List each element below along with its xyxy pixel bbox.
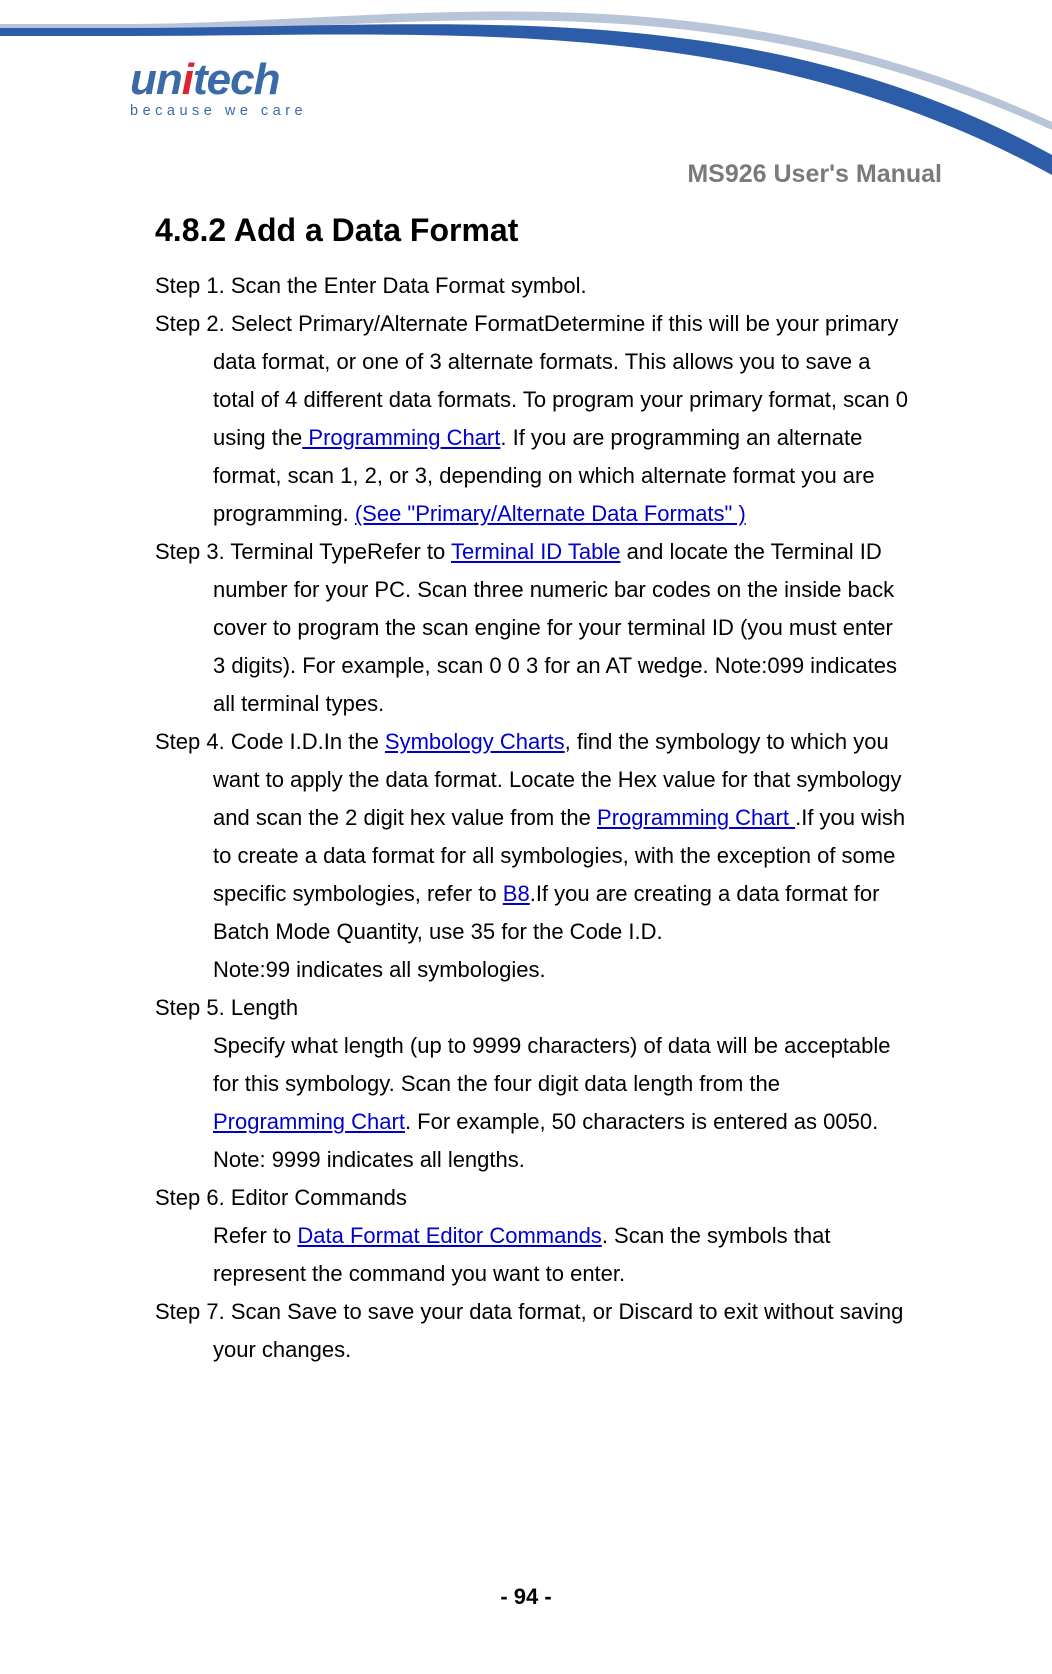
text: Step 3. Terminal TypeRefer to	[155, 539, 451, 564]
step-3-line: 3 digits). For example, scan 0 0 3 for a…	[155, 647, 945, 685]
primary-alternate-link[interactable]: (See "Primary/Alternate Data Formats" )	[355, 501, 746, 526]
programming-chart-link[interactable]: Programming Chart	[213, 1109, 405, 1134]
step-2-line: data format, or one of 3 alternate forma…	[155, 343, 945, 381]
step-3-lead: Step 3. Terminal TypeRefer to Terminal I…	[155, 533, 945, 571]
step-3-line: number for your PC. Scan three numeric b…	[155, 571, 945, 609]
step-5-line: for this symbology. Scan the four digit …	[155, 1065, 945, 1103]
manual-title: MS926 User's Manual	[687, 160, 942, 189]
page-content: 4.8.2 Add a Data Format Step 1. Scan the…	[155, 212, 945, 1369]
step-2-line: using the Programming Chart. If you are …	[155, 419, 945, 457]
step-4-line: Batch Mode Quantity, use 35 for the Code…	[155, 913, 945, 951]
page-number: - 94 -	[0, 1584, 1052, 1610]
step-2-line: total of 4 different data formats. To pr…	[155, 381, 945, 419]
logo-text: unitech	[130, 55, 307, 105]
step-3-line: cover to program the scan engine for you…	[155, 609, 945, 647]
step-7-line: your changes.	[155, 1331, 945, 1369]
step-4-line: and scan the 2 digit hex value from the …	[155, 799, 945, 837]
body-text: Step 1. Scan the Enter Data Format symbo…	[155, 267, 945, 1369]
text: .If you are creating a data format for	[530, 881, 880, 906]
text: Step 4. Code I.D.In the	[155, 729, 385, 754]
step-7-lead: Step 7. Scan Save to save your data form…	[155, 1293, 945, 1331]
text: and scan the 2 digit hex value from the	[213, 805, 597, 830]
text: using the	[213, 425, 302, 450]
step-4-line: Note:99 indicates all symbologies.	[155, 951, 945, 989]
step-4-lead: Step 4. Code I.D.In the Symbology Charts…	[155, 723, 945, 761]
text: . For example, 50 characters is entered …	[405, 1109, 878, 1134]
logo-block: unitech because we care	[130, 55, 307, 119]
step-5-lead: Step 5. Length	[155, 989, 945, 1027]
step-6-line: Refer to Data Format Editor Commands. Sc…	[155, 1217, 945, 1255]
step-5-line: Programming Chart. For example, 50 chara…	[155, 1103, 945, 1141]
text: . Scan the symbols that	[602, 1223, 831, 1248]
text: programming.	[213, 501, 355, 526]
symbology-charts-link[interactable]: Symbology Charts	[385, 729, 565, 754]
step-4-line: to create a data format for all symbolog…	[155, 837, 945, 875]
step-2-lead: Step 2. Select Primary/Alternate FormatD…	[155, 305, 945, 343]
data-format-editor-link[interactable]: Data Format Editor Commands	[297, 1223, 601, 1248]
step-2-line: format, scan 1, 2, or 3, depending on wh…	[155, 457, 945, 495]
programming-chart-link[interactable]: Programming Chart	[597, 805, 795, 830]
step-5-line: Specify what length (up to 9999 characte…	[155, 1027, 945, 1065]
step-1: Step 1. Scan the Enter Data Format symbo…	[155, 267, 945, 305]
programming-chart-link[interactable]: Programming Chart	[302, 425, 500, 450]
step-4-line: specific symbologies, refer to B8.If you…	[155, 875, 945, 913]
step-6-line: represent the command you want to enter.	[155, 1255, 945, 1293]
logo-tagline: because we care	[130, 103, 307, 119]
text: .If you wish	[795, 805, 905, 830]
page-header: unitech because we care MS926 User's Man…	[0, 0, 1052, 200]
step-6-lead: Step 6. Editor Commands	[155, 1179, 945, 1217]
text: . If you are programming an alternate	[500, 425, 862, 450]
step-3-line: all terminal types.	[155, 685, 945, 723]
text: specific symbologies, refer to	[213, 881, 503, 906]
step-5-line: Note: 9999 indicates all lengths.	[155, 1141, 945, 1179]
step-2-line: programming. (See "Primary/Alternate Dat…	[155, 495, 945, 533]
text: and locate the Terminal ID	[621, 539, 882, 564]
text: Refer to	[213, 1223, 297, 1248]
text: , find the symbology to which you	[565, 729, 889, 754]
section-heading: 4.8.2 Add a Data Format	[155, 212, 945, 249]
step-4-line: want to apply the data format. Locate th…	[155, 761, 945, 799]
b8-link[interactable]: B8	[503, 881, 530, 906]
terminal-id-table-link[interactable]: Terminal ID Table	[451, 539, 621, 564]
